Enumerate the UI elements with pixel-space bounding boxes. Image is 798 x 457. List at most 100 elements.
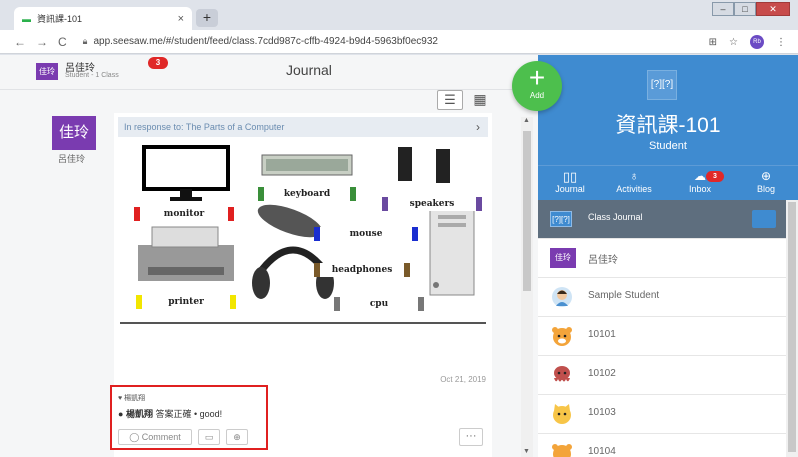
comment-button[interactable]: ◯ Comment [118, 429, 192, 445]
reload-icon[interactable]: C [58, 35, 77, 49]
bookmark-star-icon[interactable]: ☆ [729, 37, 738, 48]
inbox-badge: 3 [706, 171, 724, 182]
back-icon[interactable]: ← [14, 35, 36, 49]
grid-view-icon[interactable]: ▦ [467, 90, 493, 110]
browser-tab-bar: ▬ 資訊課-101 × + – □ ✕ [0, 0, 798, 30]
list-item-name: Class Journal [588, 212, 643, 222]
menu-kebab-icon[interactable]: ⋮ [776, 37, 786, 48]
seesaw-app: 佳玲 呂佳玲 Student - 1 Class 3 Journal + Add… [0, 55, 798, 457]
tab-journal[interactable]: ▯▯ Journal [540, 169, 600, 194]
list-item-student[interactable]: Sample Student [538, 278, 786, 317]
speaker-right-shape [436, 149, 450, 183]
class-role: Student [649, 140, 687, 152]
sample-avatar-icon [550, 286, 574, 308]
monitor-shape [142, 145, 230, 191]
liker-name: 楊凱翔 [124, 395, 146, 402]
feed-scrollbar[interactable]: ▲ ▼ [521, 117, 533, 457]
label-monitor: monitor [134, 207, 234, 221]
class-name: 資訊課-101 [615, 114, 721, 137]
tab-inbox[interactable]: ☁ 3 Inbox [670, 169, 730, 194]
comment-text: 答案正確 • good! [155, 409, 223, 419]
browser-tab[interactable]: ▬ 資訊課-101 × [14, 7, 192, 30]
scroll-down-icon[interactable]: ▼ [523, 448, 530, 455]
list-item-student[interactable]: 佳玲 呂佳玲 [538, 239, 786, 278]
cat-icon [550, 403, 574, 425]
lightbulb-icon: ♁ [629, 169, 639, 183]
student-subtitle: Student - 1 Class [65, 72, 119, 79]
label-printer: printer [136, 295, 236, 309]
maximize-icon[interactable]: □ [734, 2, 756, 16]
notification-badge[interactable]: 3 [148, 57, 168, 69]
share-button[interactable]: ⊕ [226, 429, 248, 445]
scroll-up-icon[interactable]: ▲ [523, 117, 530, 124]
globe-icon: ⊕ [233, 432, 241, 442]
student-avatar: 佳玲 [550, 248, 576, 268]
list-item-name: 10103 [588, 407, 616, 418]
list-item-name: Sample Student [588, 290, 660, 301]
tiger-icon [550, 325, 574, 347]
tab-activities[interactable]: ♁ Activities [604, 169, 664, 194]
add-button[interactable]: + Add [512, 61, 562, 111]
folder-icon: ▭ [204, 432, 214, 442]
list-view-icon[interactable]: ☰ [437, 90, 463, 110]
add-button-label: Add [529, 91, 545, 100]
folder-icon[interactable] [752, 210, 776, 228]
class-tabs: ▯▯ Journal ♁ Activities ☁ 3 Inbox ⊕ Blog [538, 165, 798, 200]
class-header: [?][?] 資訊課-101 Student [538, 55, 798, 165]
list-item-student[interactable]: 10102 [538, 356, 786, 395]
tab-journal-label: Journal [555, 184, 585, 194]
list-item-name: 10104 [588, 446, 616, 457]
speaker-left-shape [398, 147, 412, 181]
lock-icon[interactable]: 🔒︎ [83, 36, 88, 47]
plus-icon: + [528, 62, 546, 93]
url-field[interactable]: app.seesaw.me/#/student/feed/class.7cdd9… [93, 36, 438, 47]
translate-icon[interactable]: ⊞ [709, 37, 717, 48]
scroll-thumb[interactable] [523, 131, 531, 291]
octopus-icon [550, 364, 574, 386]
class-icon[interactable]: [?][?] [647, 70, 677, 100]
journal-header: 佳玲 呂佳玲 Student - 1 Class 3 Journal [0, 55, 538, 90]
folder-button[interactable]: ▭ [198, 429, 220, 445]
post-image[interactable]: monitor keyboard speakers mouse headphon… [118, 145, 488, 325]
profile-avatar[interactable]: Rb [750, 35, 764, 49]
seesaw-favicon-icon: ▬ [22, 13, 31, 24]
list-item-name: 10101 [588, 329, 616, 340]
tab-close-icon[interactable]: × [178, 13, 184, 25]
forward-icon[interactable]: → [36, 35, 58, 49]
speech-bubble-icon: ◯ [129, 432, 140, 442]
address-bar: ←→C 🔒︎ app.seesaw.me/#/student/feed/clas… [0, 30, 798, 54]
commenter-name: 楊凱翔 [125, 409, 153, 419]
nav-buttons: ←→C [14, 35, 77, 49]
list-item-student[interactable]: 10103 [538, 395, 786, 434]
printer-shape [138, 245, 234, 281]
more-options-button[interactable]: ··· [459, 428, 483, 446]
post-author-avatar[interactable]: 佳玲 [52, 116, 96, 150]
response-to-bar[interactable]: In response to: The Parts of a Computer … [118, 117, 488, 137]
class-journal-icon: [?][?] [550, 211, 572, 227]
page-title: Journal [286, 62, 332, 78]
label-headphones: headphones [314, 263, 410, 277]
tab-inbox-label: Inbox [688, 184, 712, 194]
response-to-label: In response to: The Parts of a Computer [124, 122, 285, 132]
list-item-student[interactable]: 10104 [538, 434, 786, 457]
tab-blog[interactable]: ⊕ Blog [736, 169, 796, 194]
scroll-thumb[interactable] [788, 202, 796, 452]
new-tab-button[interactable]: + [196, 9, 218, 27]
label-cpu: cpu [334, 297, 424, 311]
heart-icon: ♥ [118, 395, 123, 402]
class-panel: [?][?] 資訊課-101 Student ▯▯ Journal ♁ Acti… [538, 55, 798, 457]
student-list: [?][?] Class Journal 佳玲 呂佳玲 Sample Stude… [538, 200, 786, 457]
window-controls: – □ ✕ [712, 2, 790, 16]
list-item-class-journal[interactable]: [?][?] Class Journal [538, 200, 786, 239]
minimize-icon[interactable]: – [712, 2, 734, 16]
list-item-name: 呂佳玲 [588, 255, 618, 266]
view-toggle: ☰ ▦ [437, 90, 493, 110]
list-item-student[interactable]: 10101 [538, 317, 786, 356]
label-keyboard: keyboard [258, 187, 356, 201]
journal-icon: ▯▯ [562, 169, 578, 184]
close-window-icon[interactable]: ✕ [756, 2, 790, 16]
student-avatar[interactable]: 佳玲 [36, 63, 58, 80]
post-author-name: 呂佳玲 [58, 154, 86, 164]
student-list-scrollbar[interactable] [786, 200, 798, 457]
list-item-name: 10102 [588, 368, 616, 379]
